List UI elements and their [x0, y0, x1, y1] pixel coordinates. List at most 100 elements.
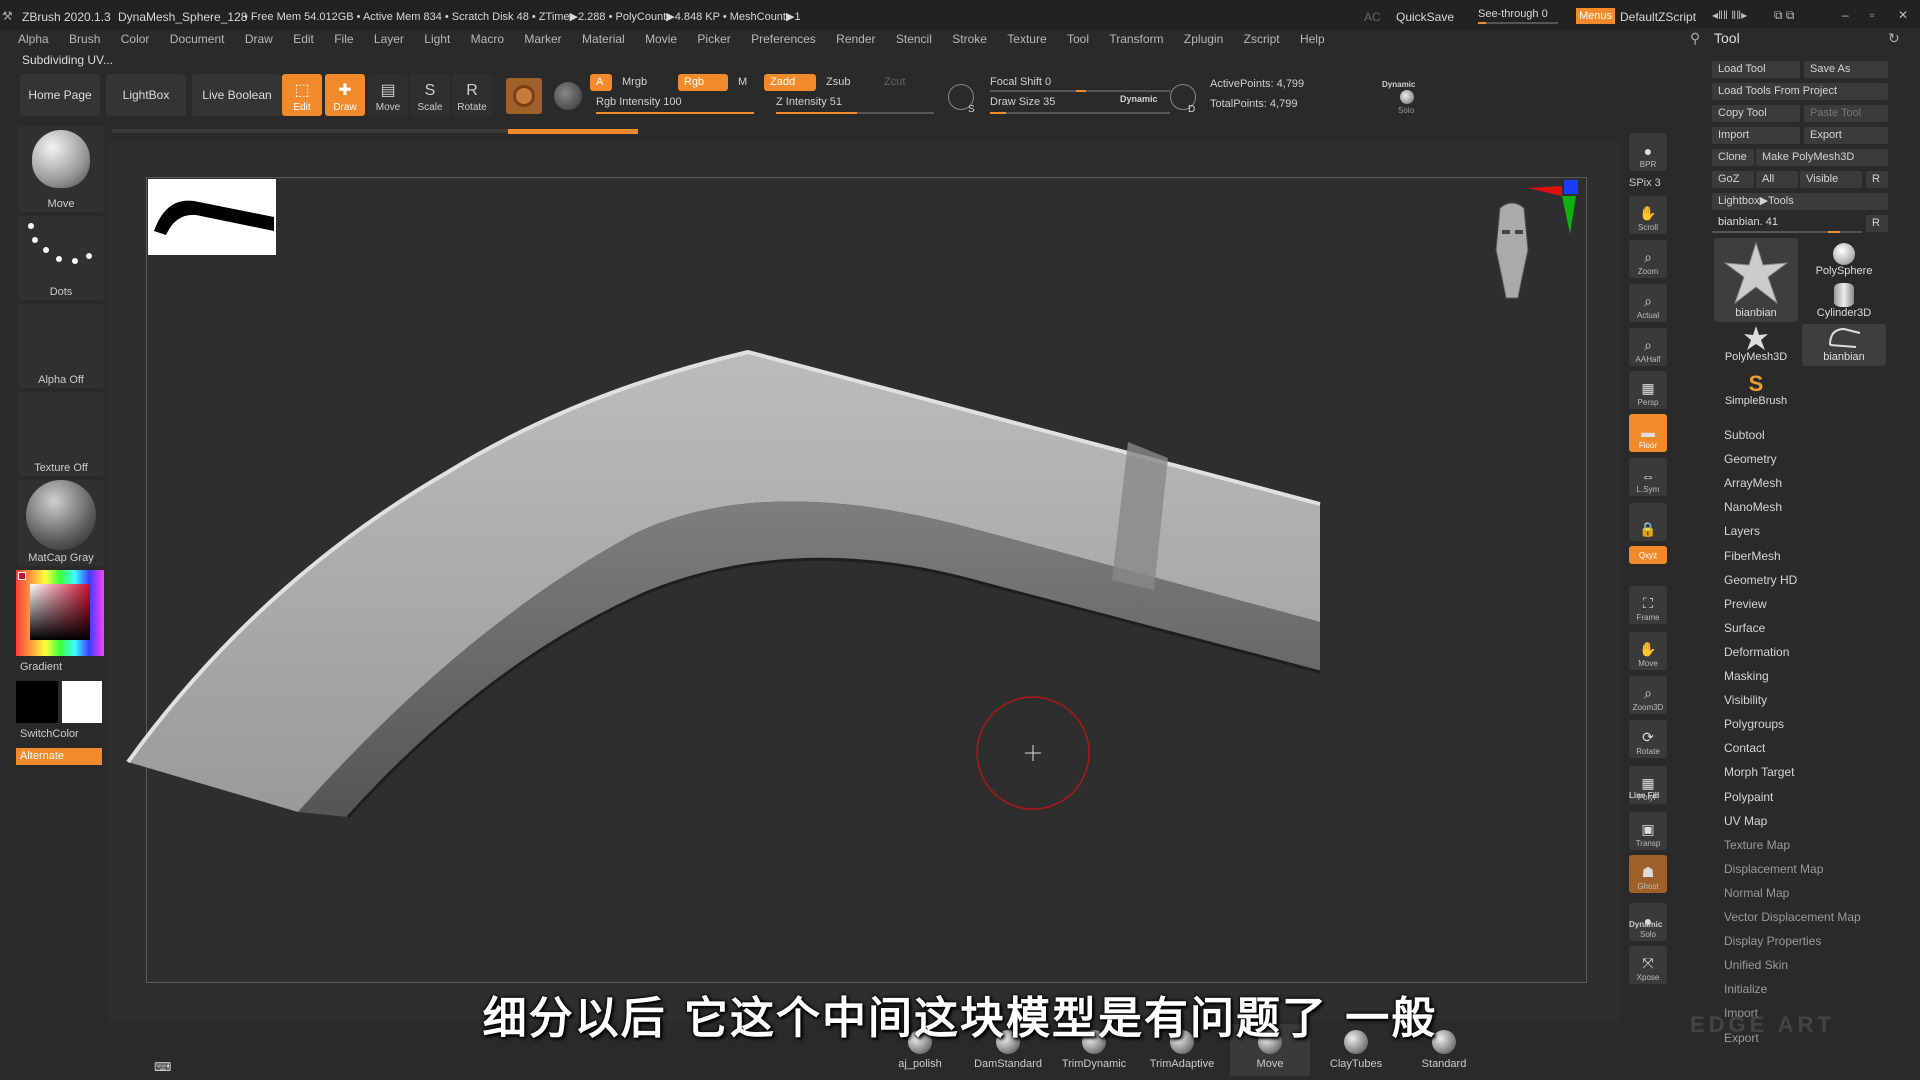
paste-tool-button[interactable]: Paste Tool: [1804, 105, 1888, 122]
stroke-slot[interactable]: Dots: [18, 216, 104, 300]
axis-gizmo-icon[interactable]: [1528, 176, 1584, 236]
shelf-xpose-button[interactable]: ⤧ Xpose: [1629, 946, 1667, 984]
secondary-color-swatch[interactable]: [62, 681, 102, 723]
subpalette-fibermesh[interactable]: FiberMesh: [1724, 549, 1781, 563]
copy-tool-button[interactable]: Copy Tool: [1712, 105, 1800, 122]
dynamic-toggle[interactable]: Dynamic: [1120, 94, 1158, 104]
subpalette-arraymesh[interactable]: ArrayMesh: [1724, 476, 1782, 490]
shelf-zoom3d-button[interactable]: ⌕ Zoom3D: [1629, 676, 1667, 714]
shelf-lock-button[interactable]: 🔒: [1629, 503, 1667, 541]
solo-icon[interactable]: [1400, 90, 1414, 104]
subpalette-deformation[interactable]: Deformation: [1724, 645, 1789, 659]
menu-color[interactable]: Color: [121, 30, 150, 48]
menus-toggle[interactable]: Menus: [1576, 8, 1616, 24]
subpalette-contact[interactable]: Contact: [1724, 741, 1765, 755]
current-tool-slider[interactable]: bianbian. 41: [1718, 216, 1778, 228]
texture-slot[interactable]: Texture Off: [18, 392, 104, 476]
subpalette-geometry-hd[interactable]: Geometry HD: [1724, 573, 1797, 587]
subpalette-texture-map[interactable]: Texture Map: [1724, 838, 1790, 852]
lightbox-button[interactable]: LightBox: [106, 74, 186, 116]
menu-draw[interactable]: Draw: [245, 30, 273, 48]
shelf-floor-button[interactable]: ▬ Floor: [1629, 414, 1667, 452]
menu-brush[interactable]: Brush: [69, 30, 100, 48]
goz-button[interactable]: GoZ: [1712, 171, 1754, 188]
z-intensity-slider[interactable]: [776, 112, 934, 114]
tool-thumb-bianbian[interactable]: bianbian: [1714, 238, 1798, 322]
ac-label[interactable]: AC: [1364, 10, 1381, 24]
subpalette-surface[interactable]: Surface: [1724, 621, 1765, 635]
menu-stencil[interactable]: Stencil: [896, 30, 932, 48]
shelf-rotate-button[interactable]: ⟳ Rotate: [1629, 720, 1667, 758]
close-icon[interactable]: ✕: [1898, 8, 1908, 22]
color-sphere-icon[interactable]: [554, 82, 582, 110]
a-toggle[interactable]: A: [590, 74, 612, 91]
subpalette-displacement-map[interactable]: Displacement Map: [1724, 862, 1823, 876]
shelf-frame-button[interactable]: ⛶ Frame: [1629, 586, 1667, 624]
subpalette-vector-displacement-map[interactable]: Vector Displacement Map: [1724, 910, 1861, 924]
tool-thumb-bianbian-2[interactable]: bianbian: [1802, 324, 1886, 366]
subpalette-unified-skin[interactable]: Unified Skin: [1724, 958, 1788, 972]
edit-button[interactable]: ⬚ Edit: [282, 74, 322, 116]
rgb-intensity-slider[interactable]: [596, 112, 754, 114]
menu-light[interactable]: Light: [424, 30, 450, 48]
maximize-icon[interactable]: ▫: [1870, 8, 1874, 22]
menu-stroke[interactable]: Stroke: [952, 30, 987, 48]
menu-zplugin[interactable]: Zplugin: [1184, 30, 1223, 48]
home-page-button[interactable]: Home Page: [20, 74, 100, 116]
spix-label[interactable]: SPix 3: [1629, 177, 1661, 189]
rgb-toggle[interactable]: Rgb: [678, 74, 728, 91]
viewport-model[interactable]: [108, 142, 1620, 1022]
export-button[interactable]: Export: [1804, 127, 1888, 144]
menu-zscript[interactable]: Zscript: [1244, 30, 1280, 48]
menu-file[interactable]: File: [334, 30, 353, 48]
menu-render[interactable]: Render: [836, 30, 875, 48]
tool-thumb-cylinder3d[interactable]: Cylinder3D: [1802, 280, 1886, 322]
menu-material[interactable]: Material: [582, 30, 625, 48]
brush-slot[interactable]: Move: [18, 126, 104, 212]
switch-color-button[interactable]: SwitchColor: [20, 728, 79, 740]
menu-movie[interactable]: Movie: [645, 30, 677, 48]
layout-arrows-icon[interactable]: ◂‖‖ ‖‖▸: [1712, 8, 1747, 22]
shelf-actual-button[interactable]: ⌕ Actual: [1629, 284, 1667, 322]
shelf-xyz-button[interactable]: Qxyz: [1629, 546, 1667, 564]
menu-layer[interactable]: Layer: [374, 30, 404, 48]
tool-palette-title[interactable]: Tool: [1714, 30, 1740, 46]
shelf-zoom-button[interactable]: ⌕ Zoom: [1629, 240, 1667, 278]
subpalette-polygroups[interactable]: Polygroups: [1724, 717, 1784, 731]
subpalette-visibility[interactable]: Visibility: [1724, 693, 1767, 707]
main-color-swatch[interactable]: [16, 681, 58, 723]
pin-icon[interactable]: ⚲: [1690, 30, 1700, 47]
tool-thumb-simplebrush[interactable]: S SimpleBrush: [1714, 368, 1798, 410]
subpalette-nanomesh[interactable]: NanoMesh: [1724, 500, 1782, 514]
tool-thumb-polysphere[interactable]: PolySphere: [1802, 238, 1886, 280]
tool-thumb-polymesh3d[interactable]: PolyMesh3D: [1714, 324, 1798, 366]
menu-picker[interactable]: Picker: [697, 30, 730, 48]
current-tool-r-button[interactable]: R: [1866, 215, 1888, 232]
rotate-button[interactable]: R Rotate: [452, 74, 492, 116]
mrgb-toggle[interactable]: Mrgb: [622, 76, 647, 88]
default-zscript-button[interactable]: DefaultZScript: [1620, 10, 1696, 24]
gradient-label[interactable]: Gradient: [20, 661, 62, 673]
subpalette-uv-map[interactable]: UV Map: [1724, 814, 1767, 828]
menu-texture[interactable]: Texture: [1007, 30, 1046, 48]
shelf-transp-button[interactable]: ▣ Transp: [1629, 812, 1667, 850]
alpha-slot[interactable]: Alpha Off: [18, 304, 104, 388]
see-through-slider[interactable]: See-through 0: [1478, 8, 1548, 20]
menu-tool[interactable]: Tool: [1067, 30, 1089, 48]
goz-r-button[interactable]: R: [1866, 171, 1888, 188]
color-picker[interactable]: [16, 570, 104, 656]
subpalette-display-properties[interactable]: Display Properties: [1724, 934, 1821, 948]
draw-size-slider[interactable]: [990, 112, 1170, 114]
live-boolean-button[interactable]: Live Boolean: [192, 74, 282, 116]
menu-edit[interactable]: Edit: [293, 30, 314, 48]
subpalette-layers[interactable]: Layers: [1724, 524, 1760, 538]
menu-preferences[interactable]: Preferences: [751, 30, 816, 48]
menu-marker[interactable]: Marker: [524, 30, 561, 48]
menu-transform[interactable]: Transform: [1109, 30, 1163, 48]
draw-button[interactable]: ✚ Draw: [325, 74, 365, 116]
shelf-bpr-button[interactable]: ● BPR: [1629, 133, 1667, 171]
shelf-move-button[interactable]: ✋ Move: [1629, 632, 1667, 670]
shelf-ghost-button[interactable]: ☗ Ghost: [1629, 855, 1667, 893]
lightbox-tools-button[interactable]: Lightbox▶Tools: [1712, 193, 1888, 210]
menu-alpha[interactable]: Alpha: [18, 30, 49, 48]
